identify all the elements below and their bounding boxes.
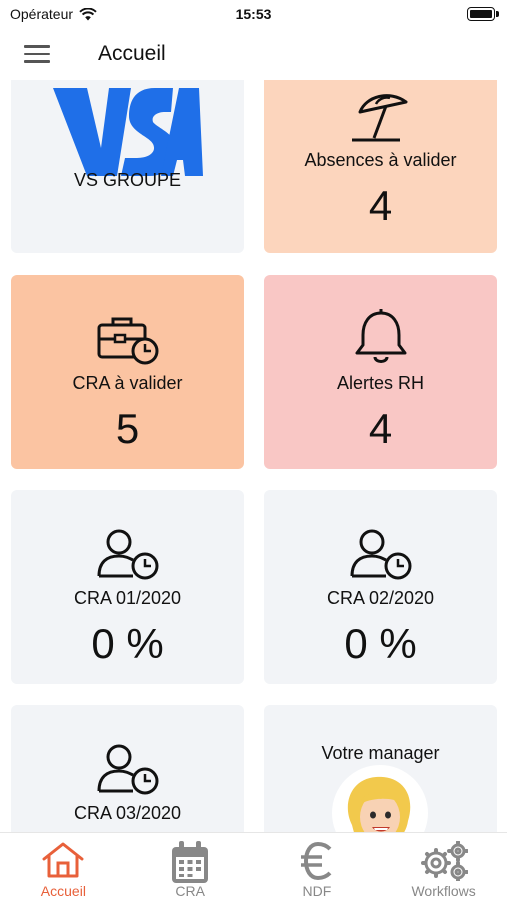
user-clock-icon [97, 529, 158, 580]
user-clock-icon [350, 529, 411, 580]
page-title: Accueil [98, 42, 166, 65]
company-logo [52, 88, 203, 176]
hr-alerts-card[interactable]: Alertes RH 4 [264, 275, 497, 469]
tab-ndf[interactable]: NDF [254, 833, 381, 900]
beach-umbrella-icon [351, 94, 407, 142]
cra-feb-progress: 0 % [344, 620, 417, 667]
dashboard-grid[interactable]: VS GROUPE Absences à valider 4 CRA à val… [0, 80, 507, 832]
status-bar: Opérateur 15:53 [0, 0, 507, 30]
briefcase-clock-icon [97, 317, 158, 365]
bottom-tab-bar: Accueil CRA NDF Workflows [0, 832, 507, 900]
tab-workflows-label: Workflows [411, 883, 476, 899]
absences-label: Absences à valider [304, 150, 457, 170]
company-card: VS GROUPE [11, 80, 244, 253]
gears-icon [420, 841, 468, 881]
cra-mar-card[interactable]: CRA 03/2020 [11, 705, 244, 832]
status-time: 15:53 [235, 6, 272, 22]
home-icon [42, 842, 84, 878]
tab-accueil-label: Accueil [40, 883, 86, 899]
manager-avatar-image [348, 776, 411, 832]
absences-card[interactable]: Absences à valider 4 [264, 80, 497, 253]
cra-to-validate-count: 5 [115, 405, 140, 452]
manager-avatar [332, 765, 428, 832]
hr-alerts-count: 4 [368, 405, 393, 452]
tab-accueil[interactable]: Accueil [0, 833, 127, 900]
app-header: Accueil [0, 30, 507, 80]
hr-alerts-label: Alertes RH [336, 373, 425, 393]
calendar-icon [172, 841, 209, 883]
tab-ndf-label: NDF [302, 883, 332, 899]
euro-icon [300, 841, 332, 881]
cra-to-validate-label: CRA à valider [72, 373, 183, 393]
tab-cra-label: CRA [175, 883, 205, 899]
bell-icon [355, 309, 406, 363]
cra-jan-label: CRA 01/2020 [73, 588, 182, 608]
absences-count: 4 [368, 182, 393, 229]
company-name: VS GROUPE [73, 170, 182, 190]
cra-jan-card[interactable]: CRA 01/2020 0 % [11, 490, 244, 684]
cra-to-validate-card[interactable]: CRA à valider 5 [11, 275, 244, 469]
cra-feb-label: CRA 02/2020 [326, 588, 435, 608]
tab-cra[interactable]: CRA [127, 833, 254, 900]
tab-workflows[interactable]: Workflows [380, 833, 507, 900]
manager-label: Votre manager [321, 743, 440, 763]
user-clock-icon [97, 744, 158, 795]
battery-icon [467, 7, 499, 21]
cra-mar-label: CRA 03/2020 [73, 803, 182, 823]
hamburger-menu-icon[interactable] [24, 41, 52, 65]
cra-jan-progress: 0 % [91, 620, 164, 667]
cra-feb-card[interactable]: CRA 02/2020 0 % [264, 490, 497, 684]
manager-card[interactable]: Votre manager [264, 705, 497, 832]
